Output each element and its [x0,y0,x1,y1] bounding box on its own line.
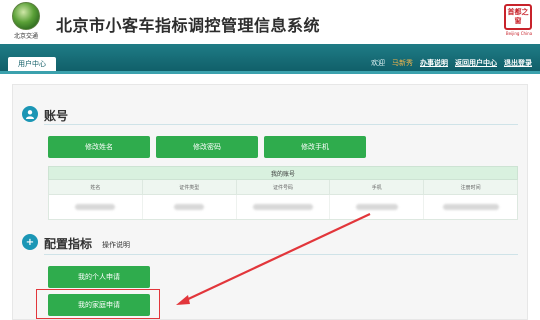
annotation-arrow-icon [176,213,371,305]
